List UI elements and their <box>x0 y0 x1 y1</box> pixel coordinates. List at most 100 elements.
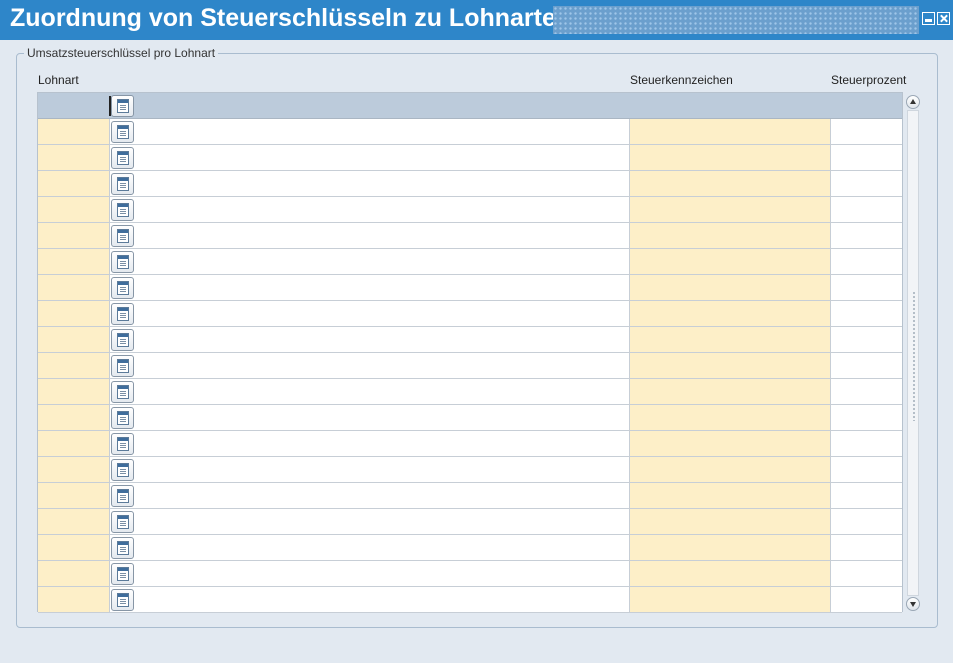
bezeichnung-cell[interactable] <box>136 353 630 379</box>
list-of-values-icon[interactable] <box>111 381 134 403</box>
steuerkennzeichen-cell[interactable] <box>630 535 831 561</box>
table-row[interactable] <box>38 457 902 483</box>
bezeichnung-cell[interactable] <box>136 509 630 535</box>
steuerkennzeichen-cell[interactable] <box>630 197 831 223</box>
steuerprozent-cell[interactable] <box>831 379 902 405</box>
bezeichnung-cell[interactable] <box>136 457 630 483</box>
bezeichnung-cell[interactable] <box>136 301 630 327</box>
table-row[interactable] <box>38 587 902 613</box>
list-of-values-icon[interactable] <box>111 511 134 533</box>
steuerkennzeichen-cell[interactable] <box>630 119 831 145</box>
bezeichnung-cell[interactable] <box>136 93 630 119</box>
list-of-values-icon[interactable] <box>111 407 134 429</box>
list-of-values-icon[interactable] <box>111 563 134 585</box>
bezeichnung-cell[interactable] <box>136 249 630 275</box>
list-of-values-icon[interactable] <box>111 199 134 221</box>
table-row[interactable] <box>38 171 902 197</box>
steuerprozent-cell[interactable] <box>831 405 902 431</box>
steuerkennzeichen-cell[interactable] <box>630 587 831 613</box>
lohnart-cell[interactable] <box>38 197 110 223</box>
table-row[interactable] <box>38 353 902 379</box>
scrollbar-track[interactable] <box>907 110 919 596</box>
lohnart-cell[interactable] <box>38 145 110 171</box>
steuerprozent-cell[interactable] <box>831 431 902 457</box>
table-row[interactable] <box>38 301 902 327</box>
lohnart-cell[interactable] <box>38 379 110 405</box>
list-of-values-icon[interactable] <box>111 589 134 611</box>
steuerprozent-cell[interactable] <box>831 171 902 197</box>
bezeichnung-cell[interactable] <box>136 587 630 613</box>
lohnart-cell[interactable] <box>38 353 110 379</box>
steuerprozent-cell[interactable] <box>831 327 902 353</box>
list-of-values-icon[interactable] <box>111 537 134 559</box>
list-of-values-icon[interactable] <box>111 433 134 455</box>
bezeichnung-cell[interactable] <box>136 483 630 509</box>
list-of-values-icon[interactable] <box>111 173 134 195</box>
lohnart-cell[interactable] <box>38 223 110 249</box>
bezeichnung-cell[interactable] <box>136 561 630 587</box>
close-icon[interactable] <box>937 12 950 25</box>
lohnart-cell[interactable] <box>38 405 110 431</box>
steuerkennzeichen-cell[interactable] <box>630 249 831 275</box>
steuerkennzeichen-cell[interactable] <box>630 379 831 405</box>
steuerprozent-cell[interactable] <box>831 93 902 119</box>
bezeichnung-cell[interactable] <box>136 535 630 561</box>
list-of-values-icon[interactable] <box>111 277 134 299</box>
lohnart-cell[interactable] <box>38 431 110 457</box>
steuerkennzeichen-cell[interactable] <box>630 431 831 457</box>
table-row[interactable] <box>38 223 902 249</box>
steuerkennzeichen-cell[interactable] <box>630 509 831 535</box>
steuerkennzeichen-cell[interactable] <box>630 353 831 379</box>
steuerkennzeichen-cell[interactable] <box>630 223 831 249</box>
lohnart-cell[interactable] <box>38 587 110 613</box>
bezeichnung-cell[interactable] <box>136 275 630 301</box>
table-row[interactable] <box>38 275 902 301</box>
minimize-icon[interactable] <box>922 12 935 25</box>
steuerprozent-cell[interactable] <box>831 249 902 275</box>
table-row[interactable] <box>38 561 902 587</box>
steuerprozent-cell[interactable] <box>831 483 902 509</box>
steuerprozent-cell[interactable] <box>831 301 902 327</box>
table-row[interactable] <box>38 379 902 405</box>
steuerprozent-cell[interactable] <box>831 587 902 613</box>
title-bar-drag-handle[interactable] <box>553 6 919 34</box>
list-of-values-icon[interactable] <box>111 485 134 507</box>
title-bar[interactable]: Zuordnung von Steuerschlüsseln zu Lohnar… <box>0 0 953 40</box>
steuerkennzeichen-cell[interactable] <box>630 561 831 587</box>
steuerkennzeichen-cell[interactable] <box>630 483 831 509</box>
steuerprozent-cell[interactable] <box>831 275 902 301</box>
bezeichnung-cell[interactable] <box>136 119 630 145</box>
steuerkennzeichen-cell[interactable] <box>630 93 831 119</box>
table-row[interactable] <box>38 327 902 353</box>
steuerkennzeichen-cell[interactable] <box>630 457 831 483</box>
lohnart-cell[interactable] <box>38 483 110 509</box>
table-row[interactable] <box>38 249 902 275</box>
table-row[interactable] <box>38 145 902 171</box>
steuerkennzeichen-cell[interactable] <box>630 301 831 327</box>
table-row[interactable] <box>38 535 902 561</box>
bezeichnung-cell[interactable] <box>136 197 630 223</box>
list-of-values-icon[interactable] <box>111 95 134 117</box>
steuerprozent-cell[interactable] <box>831 509 902 535</box>
steuerkennzeichen-cell[interactable] <box>630 327 831 353</box>
steuerprozent-cell[interactable] <box>831 223 902 249</box>
steuerkennzeichen-cell[interactable] <box>630 145 831 171</box>
list-of-values-icon[interactable] <box>111 121 134 143</box>
bezeichnung-cell[interactable] <box>136 431 630 457</box>
vertical-scrollbar[interactable] <box>905 94 921 612</box>
bezeichnung-cell[interactable] <box>136 223 630 249</box>
lohnart-cell[interactable] <box>38 301 110 327</box>
bezeichnung-cell[interactable] <box>136 327 630 353</box>
bezeichnung-cell[interactable] <box>136 405 630 431</box>
bezeichnung-cell[interactable] <box>136 171 630 197</box>
scroll-up-icon[interactable] <box>906 95 920 109</box>
lohnart-cell[interactable] <box>38 171 110 197</box>
list-of-values-icon[interactable] <box>111 303 134 325</box>
bezeichnung-cell[interactable] <box>136 145 630 171</box>
steuerprozent-cell[interactable] <box>831 119 902 145</box>
table-row[interactable] <box>38 431 902 457</box>
steuerprozent-cell[interactable] <box>831 353 902 379</box>
lohnart-cell[interactable] <box>38 327 110 353</box>
steuerprozent-cell[interactable] <box>831 145 902 171</box>
table-row[interactable] <box>38 197 902 223</box>
